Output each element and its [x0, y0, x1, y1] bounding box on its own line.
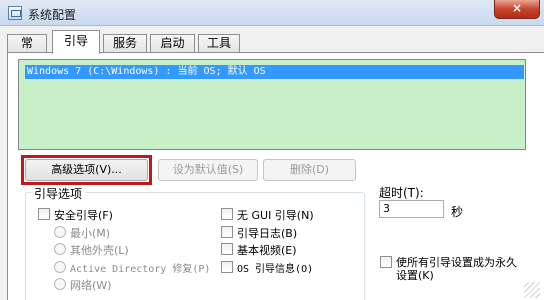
alternate-shell-radio[interactable] [54, 243, 66, 255]
alternate-shell-label: 其他外壳(L) [70, 244, 129, 257]
safe-boot-label: 安全引导(F) [54, 209, 113, 222]
set-default-button[interactable]: 设为默认值(S) [158, 159, 258, 181]
make-permanent-checkbox[interactable] [380, 256, 392, 268]
delete-button[interactable]: 删除(D) [263, 159, 356, 181]
boot-log-label: 引导日志(B) [237, 227, 298, 240]
os-boot-info-label: OS 引导信息(O) [237, 264, 314, 275]
title-bar: 系统配置 × [0, 0, 544, 26]
timeout-input[interactable]: 3 [379, 200, 444, 218]
timeout-unit: 秒 [451, 205, 464, 219]
timeout-label: 超时(T): [379, 186, 424, 200]
minimal-radio[interactable] [54, 226, 66, 238]
window-title: 系统配置 [28, 8, 77, 22]
highlight-box [21, 155, 152, 185]
base-video-label: 基本视频(E) [237, 244, 297, 257]
tab-startup[interactable]: 启动 [150, 34, 195, 53]
make-permanent-label-line2: 设置(K) [396, 269, 434, 282]
active-directory-repair-radio[interactable] [54, 261, 66, 273]
safe-boot-checkbox[interactable] [38, 208, 50, 220]
system-config-icon [8, 6, 22, 20]
network-label: 网络(W) [70, 279, 112, 292]
close-button[interactable]: × [494, 0, 540, 19]
boot-log-checkbox[interactable] [221, 226, 233, 238]
os-boot-info-checkbox[interactable] [221, 261, 233, 273]
boot-entry-item[interactable]: Windows 7 (C:\Windows) : 当前 OS; 默认 OS [25, 65, 524, 79]
no-gui-boot-checkbox[interactable] [221, 208, 233, 220]
boot-options-title: 引导选项 [31, 185, 86, 202]
resize-grip-icon[interactable] [524, 282, 540, 298]
base-video-checkbox[interactable] [221, 243, 233, 255]
boot-entry-list[interactable]: Windows 7 (C:\Windows) : 当前 OS; 默认 OS [18, 59, 526, 150]
tab-tools[interactable]: 工具 [198, 34, 240, 53]
tab-general[interactable]: 常规 [7, 34, 47, 67]
tab-services[interactable]: 服务 [103, 34, 147, 53]
active-directory-repair-label: Active Directory 修复(P) [70, 264, 211, 275]
minimal-label: 最小(M) [70, 227, 111, 240]
no-gui-boot-label: 无 GUI 引导(N) [237, 209, 314, 222]
network-radio[interactable] [54, 278, 66, 290]
tab-boot[interactable]: 引导 [52, 30, 100, 54]
